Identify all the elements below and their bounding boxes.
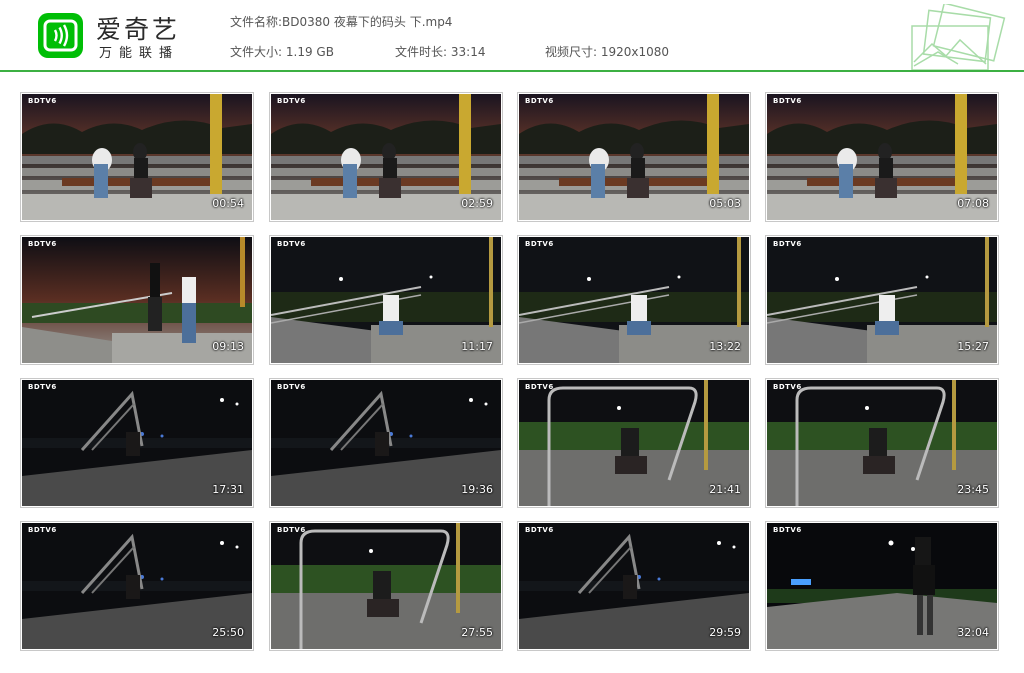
timestamp-label: 29:59	[709, 626, 741, 639]
channel-watermark: BDTV6	[28, 526, 57, 534]
file-duration-label: 文件时长:	[395, 45, 448, 59]
video-thumbnail[interactable]: BDTV6 25:50	[20, 521, 254, 651]
thumbnail-frame: BDTV6 05:03	[519, 94, 749, 220]
iqiyi-logo-icon	[38, 13, 83, 58]
timestamp-label: 09:13	[212, 340, 244, 353]
picture-stack-icon	[911, 4, 1006, 70]
header: 爱奇艺 万能联播 文件名称:BD0380 夜幕下的码头 下.mp4 文件大小: …	[0, 0, 1024, 70]
video-thumbnail[interactable]: BDTV6 00:54	[20, 92, 254, 222]
timestamp-label: 15:27	[957, 340, 989, 353]
brand-name: 爱奇艺	[96, 15, 181, 44]
video-thumbnail[interactable]: BDTV6 09:13	[20, 235, 254, 365]
timestamp-label: 17:31	[212, 483, 244, 496]
timestamp-label: 25:50	[212, 626, 244, 639]
timestamp-label: 00:54	[212, 197, 244, 210]
channel-watermark: BDTV6	[525, 383, 554, 391]
channel-watermark: BDTV6	[773, 240, 802, 248]
channel-watermark: BDTV6	[525, 240, 554, 248]
thumbnail-frame: BDTV6 11:17	[271, 237, 501, 363]
file-dims-value: 1920x1080	[600, 45, 670, 59]
timestamp-label: 19:36	[461, 483, 493, 496]
channel-watermark: BDTV6	[277, 526, 306, 534]
channel-watermark: BDTV6	[525, 526, 554, 534]
thumbnail-frame: BDTV6 29:59	[519, 523, 749, 649]
channel-watermark: BDTV6	[28, 383, 57, 391]
channel-watermark: BDTV6	[28, 97, 57, 105]
thumbnail-frame: BDTV6 21:41	[519, 380, 749, 506]
thumbnail-frame: BDTV6 02:59	[271, 94, 501, 220]
timestamp-label: 02:59	[461, 197, 493, 210]
video-thumbnail[interactable]: BDTV6 17:31	[20, 378, 254, 508]
video-thumbnail[interactable]: BDTV6 15:27	[765, 235, 999, 365]
file-duration-value: 33:14	[450, 45, 486, 59]
video-thumbnail[interactable]: BDTV6 32:04	[765, 521, 999, 651]
file-dims-label: 视频尺寸:	[545, 45, 598, 59]
thumbnail-frame: BDTV6 13:22	[519, 237, 749, 363]
file-name-row: 文件名称:BD0380 夜幕下的码头 下.mp4	[230, 13, 452, 30]
channel-watermark: BDTV6	[277, 97, 306, 105]
file-size-label: 文件大小:	[230, 45, 283, 59]
channel-watermark: BDTV6	[28, 240, 57, 248]
channel-watermark: BDTV6	[525, 97, 554, 105]
video-thumbnail[interactable]: BDTV6 29:59	[517, 521, 751, 651]
thumbnail-frame: BDTV6 07:08	[767, 94, 997, 220]
timestamp-label: 32:04	[957, 626, 989, 639]
file-size-row: 文件大小: 1.19 GB	[230, 43, 334, 60]
file-dims-row: 视频尺寸: 1920x1080	[545, 43, 669, 60]
thumbnail-frame: BDTV6 27:55	[271, 523, 501, 649]
timestamp-label: 05:03	[709, 197, 741, 210]
file-name-label: 文件名称:	[230, 15, 283, 29]
video-thumbnail[interactable]: BDTV6 27:55	[269, 521, 503, 651]
thumbnail-frame: BDTV6 23:45	[767, 380, 997, 506]
channel-watermark: BDTV6	[277, 240, 306, 248]
video-thumbnail[interactable]: BDTV6 07:08	[765, 92, 999, 222]
video-thumbnail[interactable]: BDTV6 13:22	[517, 235, 751, 365]
file-name-value: BD0380 夜幕下的码头 下.mp4	[282, 15, 453, 29]
video-thumbnail[interactable]: BDTV6 23:45	[765, 378, 999, 508]
timestamp-label: 23:45	[957, 483, 989, 496]
thumbnail-frame: BDTV6 09:13	[22, 237, 252, 363]
channel-watermark: BDTV6	[277, 383, 306, 391]
video-thumbnail[interactable]: BDTV6 11:17	[269, 235, 503, 365]
file-duration-row: 文件时长: 33:14	[395, 43, 485, 60]
channel-watermark: BDTV6	[773, 526, 802, 534]
timestamp-label: 27:55	[461, 626, 493, 639]
file-size-value: 1.19 GB	[285, 45, 334, 59]
video-thumbnail[interactable]: BDTV6 05:03	[517, 92, 751, 222]
thumbnail-frame: BDTV6 15:27	[767, 237, 997, 363]
timestamp-label: 13:22	[709, 340, 741, 353]
thumbnail-frame: BDTV6 17:31	[22, 380, 252, 506]
timestamp-label: 07:08	[957, 197, 989, 210]
channel-watermark: BDTV6	[773, 383, 802, 391]
thumbnail-frame: BDTV6 25:50	[22, 523, 252, 649]
timestamp-label: 21:41	[709, 483, 741, 496]
video-thumbnail[interactable]: BDTV6 02:59	[269, 92, 503, 222]
video-thumbnail[interactable]: BDTV6 19:36	[269, 378, 503, 508]
thumbnail-frame: BDTV6 32:04	[767, 523, 997, 649]
thumbnail-frame: BDTV6 19:36	[271, 380, 501, 506]
video-thumbnail[interactable]: BDTV6 21:41	[517, 378, 751, 508]
header-divider	[0, 70, 1024, 72]
channel-watermark: BDTV6	[773, 97, 802, 105]
brand-tagline: 万能联播	[99, 46, 180, 61]
timestamp-label: 11:17	[461, 340, 493, 353]
thumbnail-frame: BDTV6 00:54	[22, 94, 252, 220]
